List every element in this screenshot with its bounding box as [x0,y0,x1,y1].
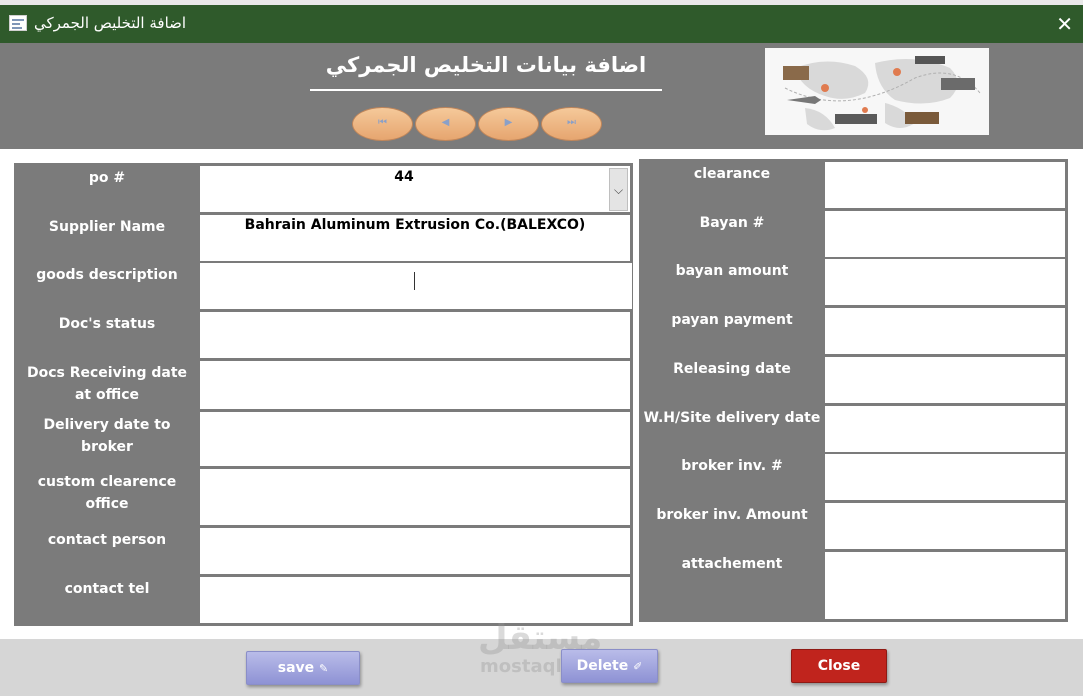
save-button-label: save [277,660,315,676]
label-contact-tel: contact tel [64,581,150,597]
label-docs-status: Doc's status [58,316,156,332]
next-record-icon: ▶ [504,117,513,128]
label-clearance: clearance [693,166,771,182]
clearance-field[interactable] [825,162,1065,208]
form-icon [9,15,27,31]
delete-button-label: Delete [576,658,629,674]
label-broker-inv-number: broker inv. # [681,458,783,474]
previous-record-icon: ◀ [441,117,450,128]
last-record-icon: ⏭ [567,117,576,128]
title-underline [310,89,662,91]
label-goods-description: goods description [36,267,178,283]
save-button[interactable]: save ✎ [246,651,360,685]
label-docs-receiving-date: Docs Receiving date at office [26,365,188,403]
nav-last-button[interactable]: ⏭ [541,107,602,141]
broker-inv-amount-field[interactable] [825,503,1065,549]
label-delivery-date-broker: Delivery date to broker [43,417,171,455]
close-button[interactable]: Close [791,649,887,683]
form-header: اضافة بيانات التخليص الجمركي ⏮ ◀ ▶ ⏭ [0,43,1083,149]
supplier-name-field[interactable]: Bahrain Aluminum Extrusion Co.(BALEXCO) [200,215,630,261]
supplier-name-value: Bahrain Aluminum Extrusion Co.(BALEXCO) [244,217,586,233]
po-number-combo[interactable]: 44 ⌵ [200,166,630,212]
label-supplier-name: Supplier Name [48,219,166,235]
window-title: اضافة التخليص الجمركي [34,14,187,32]
text-cursor [414,272,415,290]
world-logistics-map-image [765,48,989,135]
nav-first-button[interactable]: ⏮ [352,107,413,141]
docs-receiving-date-field[interactable] [200,361,630,409]
label-bayan-number: Bayan # [699,215,765,231]
nav-prev-button[interactable]: ◀ [415,107,476,141]
custom-clearance-office-field[interactable] [200,469,630,525]
contact-person-field[interactable] [200,528,630,574]
label-payan-payment: payan payment [671,312,793,328]
attachement-field[interactable] [825,552,1065,619]
form-title: اضافة بيانات التخليص الجمركي [325,53,647,77]
save-icon: ✎ [319,662,329,675]
delete-icon: ✐ [633,660,643,673]
label-contact-person: contact person [47,532,167,548]
label-custom-clearance-office: custom clearence office [37,474,177,512]
goods-description-field[interactable] [200,263,632,309]
wh-site-delivery-date-field[interactable] [825,406,1065,452]
po-number-value: 44 [394,169,414,185]
payan-payment-field[interactable] [825,308,1065,354]
window-title-bar: اضافة التخليص الجمركي ✕ [0,5,1083,43]
label-bayan-amount: bayan amount [675,263,789,279]
label-po-number: po # [88,170,126,186]
bayan-amount-field[interactable] [825,259,1065,305]
label-broker-inv-amount: broker inv. Amount [656,507,808,523]
chevron-down-icon[interactable]: ⌵ [609,168,628,211]
label-attachement: attachement [681,556,783,572]
releasing-date-field[interactable] [825,357,1065,403]
close-icon[interactable]: ✕ [1056,12,1073,36]
first-record-icon: ⏮ [378,117,387,128]
label-wh-site-delivery-date: W.H/Site delivery date [643,410,821,426]
delete-button[interactable]: Delete ✐ [561,649,658,683]
label-releasing-date: Releasing date [673,361,791,377]
contact-tel-field[interactable] [200,577,630,623]
delivery-date-broker-field[interactable] [200,412,630,466]
bayan-number-field[interactable] [825,211,1065,257]
broker-inv-number-field[interactable] [825,454,1065,500]
docs-status-field[interactable] [200,312,630,358]
close-button-label: Close [817,658,861,674]
nav-next-button[interactable]: ▶ [478,107,539,141]
